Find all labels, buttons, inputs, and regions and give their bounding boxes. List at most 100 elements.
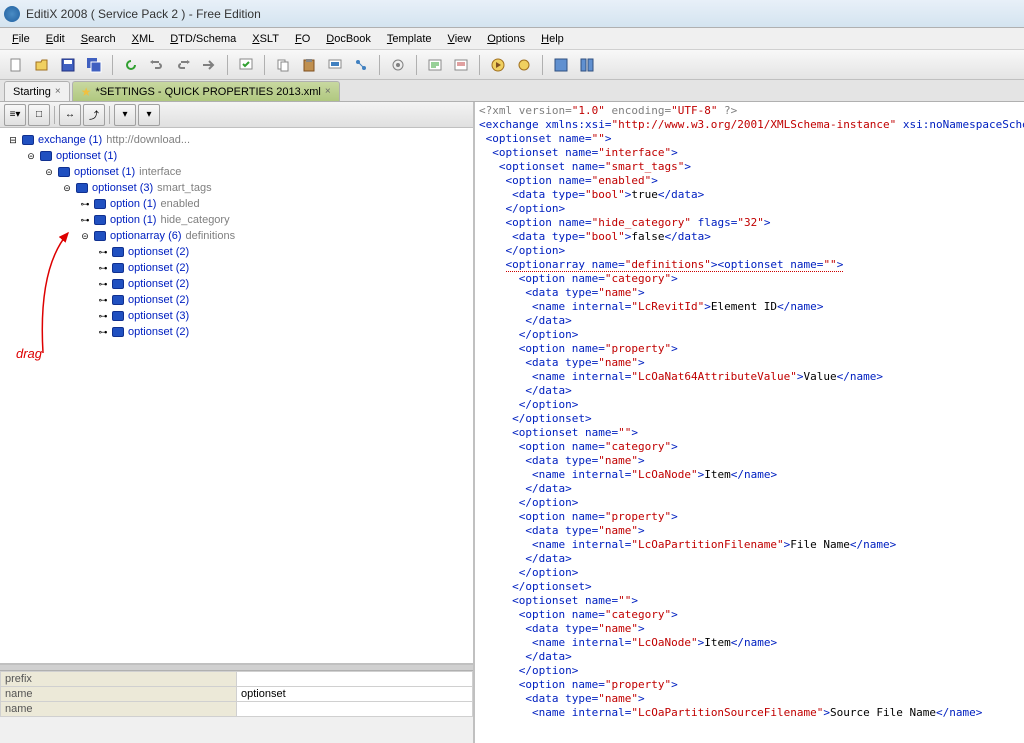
menu-item-help[interactable]: Help — [533, 31, 572, 47]
expand-handle-icon[interactable]: ⊶ — [98, 263, 108, 273]
tree-find-button[interactable]: ⤴ — [83, 104, 105, 126]
tree-sync-button[interactable]: ↔ — [59, 104, 81, 126]
open-file-button[interactable] — [30, 53, 54, 77]
tree-node[interactable]: ⊶option (1)enabled — [2, 196, 471, 212]
code-line[interactable]: <name internal="LcOaNat64AttributeValue"… — [479, 370, 1020, 384]
tree-expand-button[interactable]: □ — [28, 104, 50, 126]
redo-button[interactable] — [171, 53, 195, 77]
tree-node[interactable]: ⊟exchange (1)http://download... — [2, 132, 471, 148]
link-button[interactable] — [349, 53, 373, 77]
source-editor[interactable]: <?xml version="1.0" encoding="UTF-8" ?><… — [475, 102, 1024, 743]
tree-node[interactable]: ⊶optionset (3) — [2, 308, 471, 324]
validate-button[interactable] — [234, 53, 258, 77]
code-line[interactable]: <optionset name=""> — [479, 594, 1020, 608]
code-line[interactable]: <exchange xmlns:xsi="http://www.w3.org/2… — [479, 118, 1020, 132]
expand-handle-icon[interactable]: ⊶ — [98, 295, 108, 305]
comment-button[interactable] — [449, 53, 473, 77]
menu-item-options[interactable]: Options — [479, 31, 533, 47]
tree-node[interactable]: ⊶optionset (2) — [2, 292, 471, 308]
code-line[interactable]: </optionset> — [479, 580, 1020, 594]
collapse-handle-icon[interactable]: ⊝ — [80, 231, 90, 241]
code-line[interactable]: </option> — [479, 398, 1020, 412]
expand-handle-icon[interactable]: ⊶ — [80, 215, 90, 225]
code-line[interactable]: </data> — [479, 482, 1020, 496]
format-button[interactable] — [423, 53, 447, 77]
code-line[interactable]: <name internal="LcOaNode">Item</name> — [479, 468, 1020, 482]
code-line[interactable]: <data type="bool">true</data> — [479, 188, 1020, 202]
tab[interactable]: ★*SETTINGS - QUICK PROPERTIES 2013.xml× — [72, 81, 340, 101]
menu-item-edit[interactable]: Edit — [38, 31, 73, 47]
code-line[interactable]: <optionarray name="definitions"><options… — [479, 258, 1020, 272]
code-line[interactable]: <option name="property"> — [479, 510, 1020, 524]
code-line[interactable]: <name internal="LcOaPartitionFilename">F… — [479, 538, 1020, 552]
menu-item-xslt[interactable]: XSLT — [244, 31, 287, 47]
menu-item-search[interactable]: Search — [73, 31, 124, 47]
collapse-handle-icon[interactable]: ⊝ — [26, 151, 36, 161]
code-line[interactable]: <optionset name=""> — [479, 426, 1020, 440]
code-line[interactable]: </option> — [479, 566, 1020, 580]
menu-item-file[interactable]: File — [4, 31, 38, 47]
tree-node[interactable]: ⊝optionset (1) — [2, 148, 471, 164]
new-file-button[interactable] — [4, 53, 28, 77]
menu-item-docbook[interactable]: DocBook — [318, 31, 379, 47]
expand-handle-icon[interactable]: ⊶ — [80, 199, 90, 209]
expand-handle-icon[interactable]: ⊶ — [98, 279, 108, 289]
undo-button[interactable] — [145, 53, 169, 77]
code-line[interactable]: <option name="category"> — [479, 440, 1020, 454]
code-line[interactable]: <optionset name="smart_tags"> — [479, 160, 1020, 174]
tab[interactable]: Starting× — [4, 81, 70, 101]
split-view-button[interactable] — [575, 53, 599, 77]
code-line[interactable]: <name internal="LcRevitId">Element ID</n… — [479, 300, 1020, 314]
code-line[interactable]: <data type="name"> — [479, 286, 1020, 300]
close-icon[interactable]: × — [325, 86, 331, 97]
code-line[interactable]: <data type="name"> — [479, 692, 1020, 706]
tree-options-button[interactable]: ▾ — [138, 104, 160, 126]
menu-item-dtdschema[interactable]: DTD/Schema — [162, 31, 244, 47]
close-icon[interactable]: × — [55, 86, 61, 97]
debug-button[interactable] — [512, 53, 536, 77]
code-line[interactable]: <data type="bool">false</data> — [479, 230, 1020, 244]
code-line[interactable]: <data type="name"> — [479, 356, 1020, 370]
view-source-button[interactable] — [549, 53, 573, 77]
copy-button[interactable] — [271, 53, 295, 77]
code-line[interactable]: <data type="name"> — [479, 622, 1020, 636]
code-line[interactable]: <optionset name=""> — [479, 132, 1020, 146]
code-line[interactable]: <name internal="LcOaPartitionSourceFilen… — [479, 706, 1020, 720]
code-line[interactable]: <data type="name"> — [479, 454, 1020, 468]
xml-tree[interactable]: drag ⊟exchange (1)http://download...⊝opt… — [0, 128, 473, 663]
collapse-handle-icon[interactable]: ⊝ — [62, 183, 72, 193]
collapse-handle-icon[interactable]: ⊝ — [44, 167, 54, 177]
refresh-button[interactable] — [119, 53, 143, 77]
code-line[interactable]: </option> — [479, 496, 1020, 510]
code-line[interactable]: </data> — [479, 552, 1020, 566]
expand-handle-icon[interactable]: ⊶ — [98, 247, 108, 257]
tree-node[interactable]: ⊶optionset (2) — [2, 260, 471, 276]
menu-item-view[interactable]: View — [440, 31, 480, 47]
code-line[interactable]: <option name="hide_category" flags="32"> — [479, 216, 1020, 230]
prop-value[interactable] — [237, 702, 473, 717]
prop-value[interactable]: optionset — [237, 687, 473, 702]
code-line[interactable]: <data type="name"> — [479, 524, 1020, 538]
code-line[interactable]: <option name="enabled"> — [479, 174, 1020, 188]
code-line[interactable]: <name internal="LcOaNode">Item</name> — [479, 636, 1020, 650]
code-line[interactable]: </option> — [479, 202, 1020, 216]
save-button[interactable] — [56, 53, 80, 77]
table-row[interactable]: prefix — [1, 672, 473, 687]
code-line[interactable]: </data> — [479, 384, 1020, 398]
tree-node[interactable]: ⊝optionset (3)smart_tags — [2, 180, 471, 196]
goto-button[interactable] — [197, 53, 221, 77]
menu-item-template[interactable]: Template — [379, 31, 440, 47]
expand-handle-icon[interactable]: ⊶ — [98, 311, 108, 321]
code-line[interactable]: <option name="category"> — [479, 272, 1020, 286]
collapse-handle-icon[interactable]: ⊟ — [8, 135, 18, 145]
table-row[interactable]: nameoptionset — [1, 687, 473, 702]
preferences-button[interactable] — [386, 53, 410, 77]
run-button[interactable] — [486, 53, 510, 77]
code-line[interactable]: <option name="category"> — [479, 608, 1020, 622]
code-line[interactable]: <optionset name="interface"> — [479, 146, 1020, 160]
tree-node[interactable]: ⊶optionset (2) — [2, 276, 471, 292]
table-row[interactable]: name — [1, 702, 473, 717]
tree-filter-button[interactable]: ▾ — [114, 104, 136, 126]
expand-handle-icon[interactable]: ⊶ — [98, 327, 108, 337]
tree-collapse-button[interactable]: ≡▾ — [4, 104, 26, 126]
